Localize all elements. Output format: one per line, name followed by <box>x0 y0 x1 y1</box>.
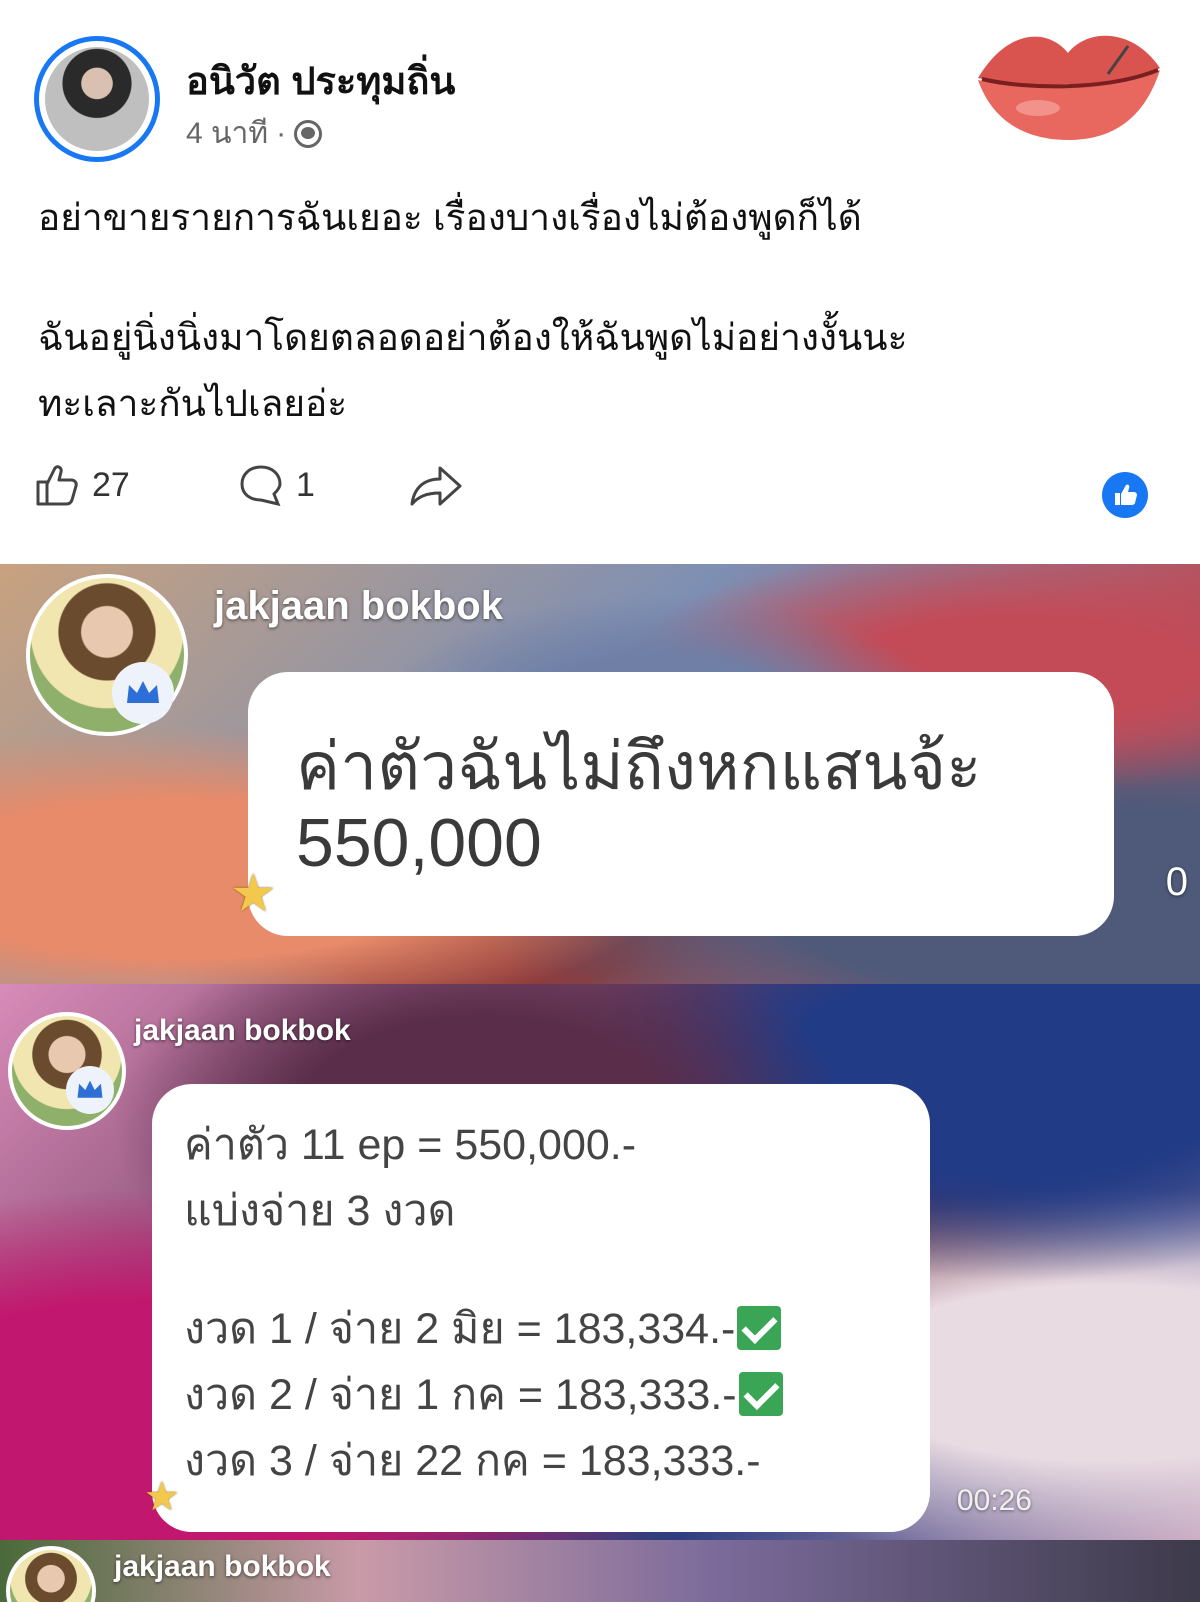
avatar-photo <box>45 47 149 151</box>
chat-screenshot-3: jakjaan bokbok <box>0 1540 1200 1602</box>
chat-username[interactable]: jakjaan bokbok <box>214 584 503 629</box>
message-line-2: 550,000 <box>296 805 542 881</box>
message-text: แบ่งจ่าย 3 งวด <box>184 1187 456 1235</box>
chat-screenshot-2: jakjaan bokbok ค่าตัว 11 ep = 550,000.- … <box>0 984 1200 1540</box>
share-button[interactable] <box>408 462 464 508</box>
meta-separator: · <box>276 116 287 150</box>
chat-username[interactable]: jakjaan bokbok <box>114 1550 331 1584</box>
lips-sticker <box>978 35 1160 140</box>
post-text-line-3: ทะเลาะกันไปเลยอ่ะ <box>38 383 348 424</box>
message-row-1: ค่าตัว 11 ep = 550,000.- <box>184 1110 636 1178</box>
thumbs-up-icon <box>1115 484 1137 505</box>
check-icon <box>737 1306 782 1350</box>
message-row-5: งวด 3 / จ่าย 22 กค = 183,333.- <box>184 1426 761 1494</box>
message-text: งวด 2 / จ่าย 1 กค = 183,333.- <box>184 1371 737 1419</box>
message-text: งวด 1 / จ่าย 2 มิย = 183,334.- <box>184 1305 736 1353</box>
star-icon: ★ <box>144 1475 180 1519</box>
post-actions: 27 1 <box>34 462 1174 522</box>
chat-bubble: ค่าตัวฉันไม่ถึงหกแสนจ้ะ 550,000 <box>248 672 1114 936</box>
author-name[interactable]: อนิวัต ประทุมถิ่น <box>186 50 455 111</box>
post-time[interactable]: 4 นาที <box>186 110 268 157</box>
crown-icon <box>77 1080 103 1098</box>
chat-bubble: ค่าตัว 11 ep = 550,000.- แบ่งจ่าย 3 งวด … <box>152 1084 930 1532</box>
message-row-3: งวด 1 / จ่าย 2 มิย = 183,334.- <box>184 1294 782 1362</box>
post-text-line-1: อย่าขายรายการฉันเยอะ เรื่องบางเรื่องไม่ต… <box>38 197 862 238</box>
star-icon: ★ <box>230 865 277 923</box>
chat-screenshot-1: jakjaan bokbok ค่าตัวฉันไม่ถึงหกแสนจ้ะ 5… <box>0 564 1200 984</box>
chat-avatar[interactable] <box>6 1546 96 1602</box>
like-icon <box>36 465 78 506</box>
message-text: งวด 3 / จ่าย 22 กค = 183,333.- <box>184 1437 761 1485</box>
check-icon <box>738 1372 783 1416</box>
post-text-line-2: ฉันอยู่นิ่งนิ่งมาโดยตลอดอย่าต้องให้ฉันพู… <box>38 317 908 358</box>
author-avatar[interactable] <box>34 36 160 162</box>
message-row-2: แบ่งจ่าย 3 งวด <box>184 1176 455 1244</box>
message-row-4: งวด 2 / จ่าย 1 กค = 183,333.- <box>184 1360 783 1428</box>
crown-badge <box>66 1066 114 1114</box>
video-timecode: 00:26 <box>956 1484 1032 1517</box>
comment-button[interactable]: 1 <box>238 462 315 508</box>
chat-username[interactable]: jakjaan bokbok <box>134 1014 351 1048</box>
like-reaction-icon[interactable] <box>1102 472 1148 518</box>
comment-count: 1 <box>296 465 315 504</box>
like-count: 27 <box>92 465 130 504</box>
message-text: ค่าตัว 11 ep = 550,000.- <box>184 1121 637 1169</box>
share-icon <box>410 466 462 506</box>
chat-avatar[interactable] <box>8 1012 126 1130</box>
crown-badge <box>112 662 174 724</box>
crown-icon <box>127 681 159 703</box>
post-meta: 4 นาที · <box>186 110 323 157</box>
globe-icon <box>294 119 323 148</box>
edge-text: 0 <box>1165 860 1188 904</box>
like-button[interactable]: 27 <box>34 462 130 508</box>
comment-icon <box>240 465 282 507</box>
facebook-post: อนิวัต ประทุมถิ่น 4 นาที · อย่าขายรายการ… <box>0 0 1200 564</box>
